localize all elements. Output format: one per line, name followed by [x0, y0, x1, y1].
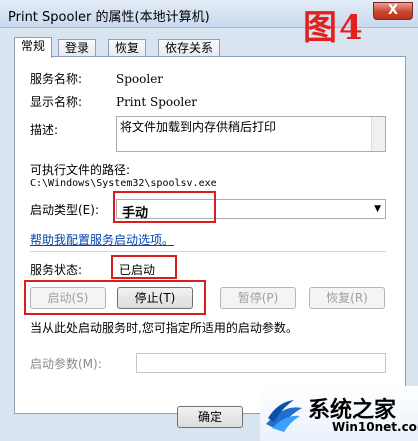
tab-dependencies[interactable]: 依存关系 [158, 39, 221, 57]
service-status-label: 服务状态: [30, 263, 83, 277]
service-name-label: 服务名称: [30, 72, 83, 86]
close-button[interactable]: X [373, 2, 413, 20]
path-label: 可执行文件的路径: [30, 163, 131, 177]
start-params-input[interactable] [136, 353, 386, 373]
help-link[interactable]: 帮助我配置服务启动选项。 [30, 231, 174, 248]
path-value: C:\Windows\System32\spoolsv.exe [30, 178, 217, 189]
chevron-down-icon: ▼ [374, 204, 381, 214]
service-name-value: Spooler [116, 72, 164, 86]
tab-logon[interactable]: 登录 [58, 39, 97, 57]
annotation-box-buttons [24, 280, 206, 315]
description-scrollbar[interactable] [371, 117, 385, 151]
start-params-label: 启动参数(M): [30, 357, 102, 371]
logo-icon [266, 400, 302, 432]
ok-button[interactable]: 确定 [177, 406, 243, 428]
watermark-url: Win10net.com [332, 420, 418, 434]
annotation-box-startup-type [113, 191, 216, 223]
divider [30, 251, 386, 252]
window-title: Print Spooler 的属性(本地计算机) [8, 10, 210, 25]
description-box[interactable]: 将文件加载到内存供稍后打印 [116, 116, 386, 152]
resume-button[interactable]: 恢复(R) [309, 287, 385, 309]
display-name-label: 显示名称: [30, 95, 83, 109]
close-icon: X [387, 3, 399, 18]
start-params-hint: 当从此处启动服务时,您可指定所适用的启动参数。 [30, 321, 298, 335]
tab-recovery[interactable]: 恢复 [108, 39, 147, 57]
figure-label: 图4 [303, 8, 365, 48]
pause-button[interactable]: 暂停(P) [220, 287, 296, 309]
tab-general[interactable]: 常规 [14, 37, 53, 58]
display-name-value: Print Spooler [116, 95, 198, 109]
startup-type-label: 启动类型(E): [30, 203, 99, 217]
annotation-box-status [111, 255, 177, 279]
description-label: 描述: [30, 123, 59, 137]
watermark: 系统之家 Win10net.com [260, 386, 418, 441]
description-text: 将文件加载到内存供稍后打印 [120, 120, 277, 134]
